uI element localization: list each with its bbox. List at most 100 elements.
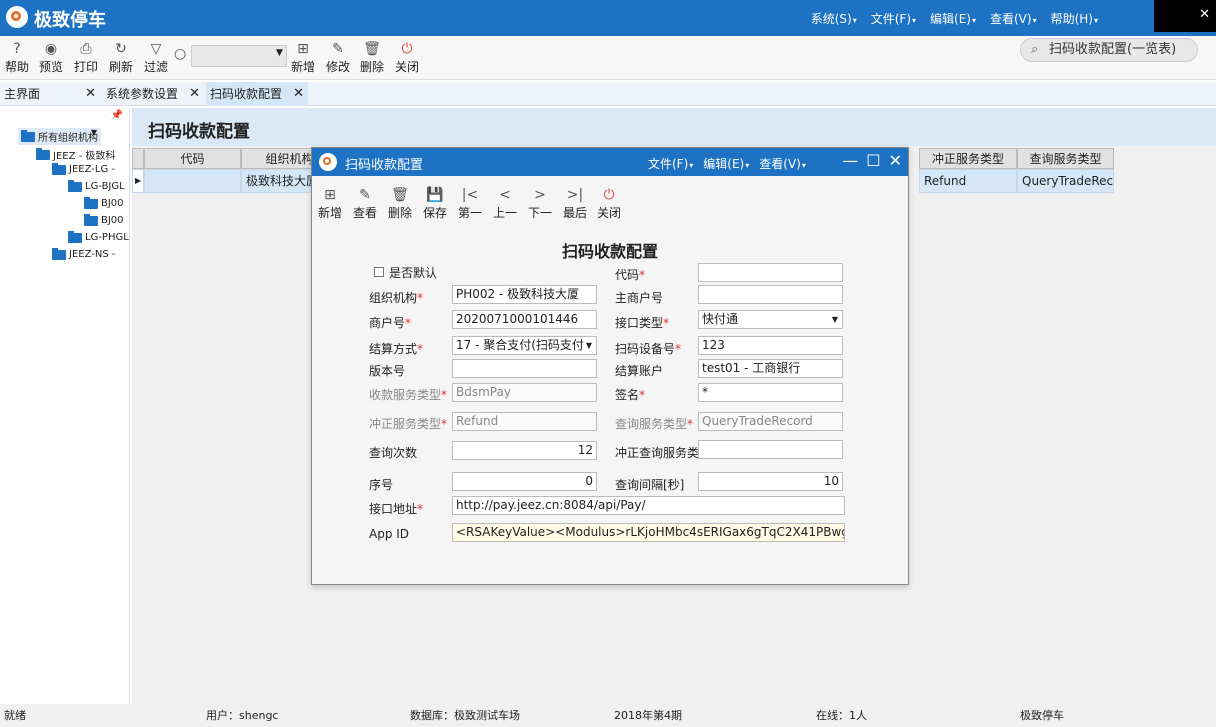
last-button[interactable]: >| 最后 — [560, 186, 590, 221]
dialog-menu-view[interactable]: 查看(V) — [759, 155, 806, 172]
tree-node-root[interactable]: 所有组织机构 — [18, 128, 101, 145]
grid-header-code[interactable]: 代码 — [144, 148, 241, 169]
field-label: 查询间隔[秒] — [615, 478, 685, 492]
table-cell[interactable] — [144, 169, 241, 193]
tree-node[interactable]: JEEZ-LG - — [52, 162, 115, 175]
reversal-query-service-field[interactable] — [698, 440, 843, 459]
query-service-field[interactable]: QueryTradeRecord — [698, 412, 843, 431]
api-url-field[interactable]: http://pay.jeez.cn:8084/api/Pay/ — [452, 496, 845, 515]
code-field[interactable] — [698, 263, 843, 282]
field-label: 组织机构* — [369, 291, 424, 305]
tree-node[interactable]: LG-BJGL — [68, 179, 125, 192]
dialog-menu: 文件(F) 编辑(E) 查看(V) — [648, 155, 806, 172]
folder-icon — [36, 147, 50, 160]
tab-system-params[interactable]: 系统参数设置 ✕ — [102, 82, 204, 106]
field-label: App ID — [369, 527, 410, 541]
app-id-field[interactable]: <RSAKeyValue><Modulus>rLKjoHMbc4sERIGax6… — [452, 523, 845, 542]
query-count-field[interactable]: 12 — [452, 441, 597, 460]
reversal-service-field[interactable]: Refund — [452, 412, 597, 431]
folder-icon — [68, 230, 82, 243]
field-label: 扫码设备号* — [615, 342, 682, 356]
grid-corner — [132, 148, 144, 169]
status-ready: 就绪 — [4, 709, 26, 722]
delete-button[interactable]: 🗑 删除 — [355, 40, 389, 75]
folder-icon — [84, 196, 98, 209]
device-no-field[interactable]: 123 — [698, 336, 843, 355]
main-merchant-field[interactable] — [698, 285, 843, 304]
preview-button[interactable]: ◉ 预览 — [34, 40, 68, 75]
menu-system[interactable]: 系统(S) — [811, 10, 857, 27]
dialog-menu-edit[interactable]: 编辑(E) — [703, 155, 749, 172]
main-menu: 系统(S) 文件(F) 编辑(E) 查看(V) 帮助(H) — [811, 10, 1098, 27]
close-icon[interactable]: ✕ — [889, 151, 902, 170]
close-icon[interactable]: ✕ — [85, 82, 96, 106]
save-button[interactable]: 💾 保存 — [420, 186, 450, 221]
version-field[interactable] — [452, 359, 597, 378]
edit-button[interactable]: ✎ 修改 — [321, 40, 355, 75]
maximize-icon[interactable]: ☐ — [866, 151, 880, 170]
tab-main[interactable]: 主界面 ✕ — [0, 82, 100, 106]
search-input[interactable] — [191, 45, 287, 67]
tab-scan-pay-config[interactable]: 扫码收款配置 ✕ — [206, 82, 308, 106]
prev-button[interactable]: < 上一 — [490, 186, 520, 221]
trash-icon: 🗑 — [391, 187, 409, 203]
add-button[interactable]: ⊞ 新增 — [286, 40, 320, 75]
table-cell[interactable]: Refund — [919, 169, 1017, 193]
power-icon: ⏻ — [603, 187, 615, 203]
tree-node[interactable]: LG-PHGL — [68, 230, 129, 243]
field-label: 版本号 — [369, 364, 406, 378]
edit-icon: ✎ — [332, 41, 344, 57]
org-field[interactable]: PH002 - 极致科技大厦 — [452, 285, 597, 304]
close-icon[interactable]: ✕ — [1199, 7, 1210, 22]
grid-header-query[interactable]: 查询服务类型 — [1017, 148, 1114, 169]
field-label: 接口地址* — [369, 502, 424, 516]
filter-button[interactable]: ▽ 过滤 — [139, 40, 173, 75]
close-button[interactable]: ⏻ 关闭 — [594, 186, 624, 221]
tree-node[interactable]: JEEZ-NS - — [52, 247, 115, 260]
prev-icon: < — [499, 187, 511, 203]
field-label: 商户号* — [369, 316, 412, 330]
menu-edit[interactable]: 编辑(E) — [930, 10, 976, 27]
tab-bar: 主界面 ✕ 系统参数设置 ✕ 扫码收款配置 ✕ — [0, 82, 1216, 106]
field-label: 冲正查询服务类型 — [615, 446, 699, 460]
dialog-title: 扫码收款配置 — [345, 158, 424, 173]
delete-button[interactable]: 🗑 删除 — [385, 186, 415, 221]
menu-view[interactable]: 查看(V) — [990, 10, 1037, 27]
tree-node[interactable]: JEEZ - 极致科 — [36, 147, 115, 162]
pay-service-field[interactable]: BdsmPay — [452, 383, 597, 402]
sign-field[interactable]: * — [698, 383, 843, 402]
is-default-checkbox[interactable] — [374, 267, 384, 277]
dialog-menu-file[interactable]: 文件(F) — [648, 155, 693, 172]
search-icon: ⌕ — [1031, 42, 1039, 57]
close-icon[interactable]: ✕ — [189, 82, 200, 106]
view-button[interactable]: ✎ 查看 — [350, 186, 380, 221]
next-button[interactable]: > 下一 — [525, 186, 555, 221]
merchant-field[interactable]: 2020071000101446 — [452, 310, 597, 329]
close-icon[interactable]: ✕ — [293, 82, 304, 106]
api-type-select[interactable]: 快付通 — [698, 310, 843, 329]
tree-node[interactable]: BJ00 — [84, 213, 124, 226]
refresh-button[interactable]: ↻ 刷新 — [104, 40, 138, 75]
minimize-icon[interactable]: — — [842, 151, 858, 170]
chevron-down-icon[interactable]: ▼ — [276, 48, 283, 58]
tree-node[interactable]: BJ00 — [84, 196, 124, 209]
global-search[interactable]: ⌕ 扫码收款配置(一览表) — [1020, 38, 1198, 62]
menu-file[interactable]: 文件(F) — [871, 10, 916, 27]
field-label: 代码* — [615, 268, 646, 282]
settle-account-field[interactable]: test01 - 工商银行 — [698, 359, 843, 378]
trash-icon: 🗑 — [363, 41, 381, 57]
new-button[interactable]: ⊞ 新增 — [315, 186, 345, 221]
query-interval-field[interactable]: 10 — [698, 472, 843, 491]
close-button[interactable]: ⏻ 关闭 — [390, 40, 424, 75]
help-button[interactable]: ? 帮助 — [0, 40, 34, 75]
filter-icon: ▽ — [150, 41, 162, 57]
print-button[interactable]: ⎙ 打印 — [69, 40, 103, 75]
seq-field[interactable]: 0 — [452, 472, 597, 491]
grid-header-reversal[interactable]: 冲正服务类型 — [919, 148, 1017, 169]
menu-help[interactable]: 帮助(H) — [1051, 10, 1098, 27]
settle-method-select[interactable]: 17 - 聚合支付(扫码支付 — [452, 336, 597, 355]
first-button[interactable]: |< 第一 — [455, 186, 485, 221]
app-title-bar: 极致停车 系统(S) 文件(F) 编辑(E) 查看(V) 帮助(H) — [0, 0, 1216, 36]
pin-icon[interactable]: 📌 — [111, 110, 123, 121]
table-cell[interactable]: QueryTradeRec — [1017, 169, 1114, 193]
